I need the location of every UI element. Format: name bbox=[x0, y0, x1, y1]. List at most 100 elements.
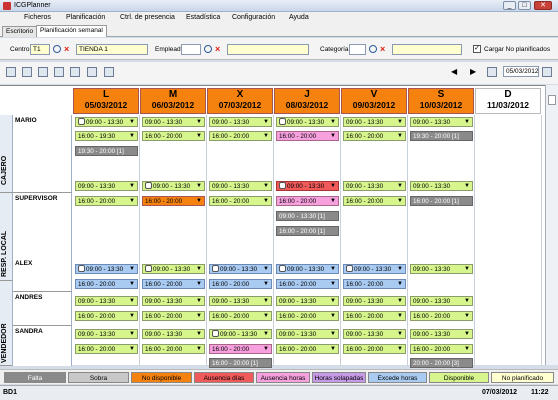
employee-andres[interactable]: ANDRES bbox=[13, 292, 72, 326]
edit-icon[interactable] bbox=[279, 265, 286, 272]
shift-sandra[interactable]: 16:00 - 20:00 ▼ bbox=[276, 344, 339, 354]
dropdown-arrow-icon[interactable]: ▼ bbox=[397, 118, 403, 126]
shift-andres[interactable]: 16:00 - 20:00 ▼ bbox=[410, 311, 473, 321]
dropdown-arrow-icon[interactable]: ▼ bbox=[129, 265, 135, 273]
shift-mario[interactable]: 09:00 - 13:30 ▼ bbox=[276, 117, 339, 127]
categoria-clear-icon[interactable]: × bbox=[380, 45, 385, 54]
shift-mario[interactable]: 16:00 - 20:00 ▼ bbox=[209, 131, 272, 141]
shift-alex[interactable]: 09:00 - 13:30 ▼ bbox=[209, 264, 272, 274]
dropdown-arrow-icon[interactable]: ▼ bbox=[330, 197, 336, 205]
dropdown-arrow-icon[interactable]: ▼ bbox=[263, 197, 269, 205]
dropdown-arrow-icon[interactable]: ▼ bbox=[330, 280, 336, 288]
prev-week-icon[interactable]: ◀ bbox=[451, 67, 457, 76]
shift-mario[interactable]: 09:00 - 13:30 ▼ bbox=[209, 117, 272, 127]
new-icon[interactable] bbox=[6, 67, 16, 77]
edit-icon[interactable] bbox=[279, 182, 286, 189]
employee-alex[interactable]: ALEX bbox=[13, 258, 72, 292]
shift-andres[interactable]: 09:00 - 13:30 ▼ bbox=[410, 296, 473, 306]
shift-sandra[interactable]: 09:00 - 13:30 ▼ bbox=[343, 329, 406, 339]
shift-supervisor[interactable]: 16:00 - 20:00 [1] bbox=[410, 196, 473, 206]
edit-icon[interactable] bbox=[78, 265, 85, 272]
dropdown-arrow-icon[interactable]: ▼ bbox=[129, 197, 135, 205]
shift-alex[interactable]: 09:00 - 13:30 ▼ bbox=[142, 264, 205, 274]
shift-supervisor[interactable]: 09:00 - 13:30 ▼ bbox=[410, 181, 473, 191]
dropdown-arrow-icon[interactable]: ▼ bbox=[263, 132, 269, 140]
shift-mario[interactable]: 09:00 - 13:30 ▼ bbox=[343, 117, 406, 127]
dropdown-arrow-icon[interactable]: ▼ bbox=[397, 330, 403, 338]
edit-icon[interactable] bbox=[346, 265, 353, 272]
dropdown-arrow-icon[interactable]: ▼ bbox=[397, 297, 403, 305]
dropdown-arrow-icon[interactable]: ▼ bbox=[397, 280, 403, 288]
shift-supervisor[interactable]: 16:00 - 20:00 ▼ bbox=[142, 196, 205, 206]
dropdown-arrow-icon[interactable]: ▼ bbox=[397, 132, 403, 140]
dropdown-arrow-icon[interactable]: ▼ bbox=[196, 132, 202, 140]
dropdown-arrow-icon[interactable]: ▼ bbox=[196, 312, 202, 320]
dropdown-arrow-icon[interactable]: ▼ bbox=[464, 118, 470, 126]
shift-supervisor[interactable]: 16:00 - 20:00 ▼ bbox=[75, 196, 138, 206]
dropdown-arrow-icon[interactable]: ▼ bbox=[263, 182, 269, 190]
shift-supervisor[interactable]: 09:00 - 13:30 ▼ bbox=[142, 181, 205, 191]
dropdown-arrow-icon[interactable]: ▼ bbox=[196, 297, 202, 305]
empleado-clear-icon[interactable]: × bbox=[215, 45, 220, 54]
empleado-search-icon[interactable] bbox=[204, 45, 212, 53]
dropdown-arrow-icon[interactable]: ▼ bbox=[196, 118, 202, 126]
dropdown-arrow-icon[interactable]: ▼ bbox=[464, 297, 470, 305]
minimize-button[interactable]: _ bbox=[503, 1, 516, 10]
shift-alex[interactable]: 09:00 - 13:30 ▼ bbox=[276, 264, 339, 274]
shift-andres[interactable]: 09:00 - 13:30 ▼ bbox=[276, 296, 339, 306]
cargar-checkbox[interactable]: ✓ bbox=[473, 45, 481, 53]
dropdown-arrow-icon[interactable]: ▼ bbox=[263, 280, 269, 288]
edit-icon[interactable] bbox=[145, 265, 152, 272]
dropdown-arrow-icon[interactable]: ▼ bbox=[330, 312, 336, 320]
categoria-input[interactable] bbox=[349, 44, 366, 55]
menu-estadistica[interactable]: Estadística bbox=[186, 14, 220, 21]
shift-mario[interactable]: 09:00 - 13:30 ▼ bbox=[142, 117, 205, 127]
shift-andres[interactable]: 09:00 - 13:30 ▼ bbox=[209, 296, 272, 306]
dropdown-arrow-icon[interactable]: ▼ bbox=[129, 312, 135, 320]
dropdown-arrow-icon[interactable]: ▼ bbox=[397, 345, 403, 353]
shift-sandra[interactable]: 16:00 - 20:00 ▼ bbox=[410, 344, 473, 354]
menu-ayuda[interactable]: Ayuda bbox=[289, 14, 309, 21]
shift-supervisor[interactable]: 16:00 - 20:00 ▼ bbox=[209, 196, 272, 206]
shift-alex[interactable]: 16:00 - 20:00 ▼ bbox=[75, 279, 138, 289]
edit-icon[interactable] bbox=[212, 330, 219, 337]
centro-clear-icon[interactable]: × bbox=[64, 45, 69, 54]
employee-mario[interactable]: MARIO bbox=[13, 115, 72, 193]
menu-planificacion[interactable]: Planificación bbox=[66, 14, 105, 21]
dropdown-arrow-icon[interactable]: ▼ bbox=[129, 132, 135, 140]
vertical-scrollbar[interactable] bbox=[545, 85, 558, 365]
tree-icon[interactable] bbox=[22, 67, 32, 77]
dropdown-arrow-icon[interactable]: ▼ bbox=[196, 280, 202, 288]
shift-sandra[interactable]: 20:00 - 20:00 [3] bbox=[410, 358, 473, 368]
shift-andres[interactable]: 16:00 - 20:00 ▼ bbox=[343, 311, 406, 321]
shift-andres[interactable]: 16:00 - 20:00 ▼ bbox=[209, 311, 272, 321]
edit-icon[interactable] bbox=[279, 118, 286, 125]
shift-andres[interactable]: 09:00 - 13:30 ▼ bbox=[142, 296, 205, 306]
dropdown-arrow-icon[interactable]: ▼ bbox=[330, 132, 336, 140]
shift-sandra[interactable]: 16:00 - 20:00 ▼ bbox=[75, 344, 138, 354]
shift-sandra[interactable]: 09:00 - 13:30 ▼ bbox=[75, 329, 138, 339]
shift-sandra[interactable]: 09:00 - 13:30 ▼ bbox=[209, 329, 272, 339]
save-icon[interactable] bbox=[87, 67, 97, 77]
shift-supervisor[interactable]: 09:00 - 13:30 ▼ bbox=[75, 181, 138, 191]
employee-sandra[interactable]: SANDRA bbox=[13, 326, 72, 366]
shift-alex[interactable]: 16:00 - 20:00 ▼ bbox=[142, 279, 205, 289]
shift-sandra[interactable]: 09:00 - 13:30 ▼ bbox=[410, 329, 473, 339]
dropdown-arrow-icon[interactable]: ▼ bbox=[464, 182, 470, 190]
dropdown-arrow-icon[interactable]: ▼ bbox=[196, 265, 202, 273]
dropdown-arrow-icon[interactable]: ▼ bbox=[397, 265, 403, 273]
calendar-icon[interactable] bbox=[487, 67, 497, 77]
dropdown-arrow-icon[interactable]: ▼ bbox=[129, 280, 135, 288]
shift-mario[interactable]: 16:00 - 19:30 ▼ bbox=[75, 131, 138, 141]
menu-ctrl-presencia[interactable]: Ctrl. de presencia bbox=[120, 14, 175, 21]
empleado-input[interactable] bbox=[181, 44, 201, 55]
dropdown-arrow-icon[interactable]: ▼ bbox=[330, 265, 336, 273]
shift-alex[interactable]: 09:00 - 13:30 ▼ bbox=[343, 264, 406, 274]
copy-icon[interactable] bbox=[54, 67, 64, 77]
shift-supervisor[interactable]: 16:00 - 20:00 ▼ bbox=[276, 196, 339, 206]
dropdown-arrow-icon[interactable]: ▼ bbox=[464, 265, 470, 273]
paste-icon[interactable] bbox=[70, 67, 80, 77]
dropdown-arrow-icon[interactable]: ▼ bbox=[263, 118, 269, 126]
shift-mario[interactable]: 19:30 - 20:00 [1] bbox=[410, 131, 473, 141]
tab-planificacion-semanal[interactable]: Planificación semanal bbox=[36, 25, 107, 37]
